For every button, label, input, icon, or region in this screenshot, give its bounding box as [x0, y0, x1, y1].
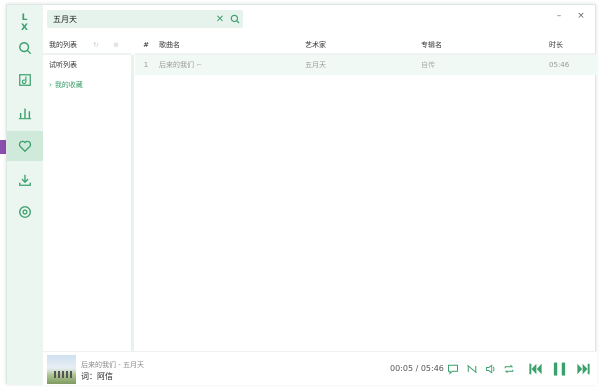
- lyric-toggle-button[interactable]: [466, 363, 478, 375]
- row-num: 1: [143, 61, 149, 69]
- loop-mode-button[interactable]: [503, 363, 515, 375]
- song-list-icon: [19, 74, 31, 86]
- nav-download[interactable]: [7, 165, 43, 195]
- header-album: 专辑名: [421, 41, 442, 49]
- pause-icon: [553, 362, 565, 376]
- download-icon: [19, 174, 31, 186]
- app-logo: L X: [21, 13, 34, 33]
- chevron-right-icon: ›: [49, 81, 52, 89]
- pause-button[interactable]: [551, 361, 567, 377]
- list-item-label: 我的收藏: [54, 81, 83, 89]
- desktop-lyric-button[interactable]: [447, 363, 459, 375]
- nav-search[interactable]: [7, 33, 43, 63]
- row-artist: 五月天: [305, 61, 326, 69]
- header-num: #: [143, 41, 149, 49]
- previous-button[interactable]: [527, 361, 543, 377]
- panel-divider: [131, 55, 134, 351]
- skip-forward-icon: [576, 363, 590, 375]
- header-name: 歌曲名: [159, 41, 180, 49]
- nav-leaderboard[interactable]: [7, 98, 43, 128]
- volume-button[interactable]: [485, 363, 497, 375]
- row-name-text: 后来的我们: [159, 61, 194, 69]
- clear-search-button[interactable]: ✕: [213, 10, 227, 28]
- player-bar: 后来的我们 - 五月天 词：阿信 00:05 / 05:46: [43, 351, 597, 385]
- cover-figure: [70, 371, 72, 378]
- app-window: L X 五月天 ✕ – × 我的列表 ↻ ⊕ 试听列表 › 我的收藏 # 歌曲名…: [6, 4, 597, 385]
- table-row[interactable]: 1 后来的我们 ⌐ 五月天 自传 05:46: [135, 55, 597, 75]
- next-button[interactable]: [575, 361, 591, 377]
- header-artist: 艺术家: [305, 41, 326, 49]
- nav-my-list[interactable]: [7, 131, 43, 161]
- nav-rail: L X: [7, 5, 43, 385]
- now-playing-lyric: 词：阿信: [81, 372, 113, 381]
- nav-settings[interactable]: [7, 197, 43, 227]
- cover-figure: [66, 371, 68, 378]
- search-icon: [19, 42, 32, 55]
- close-button[interactable]: ×: [575, 11, 587, 21]
- song-table: # 歌曲名 艺术家 专辑名 时长 1 后来的我们 ⌐ 五月天 自传 05:46: [135, 37, 597, 75]
- now-playing-title: 后来的我们 - 五月天: [81, 361, 144, 369]
- search-input[interactable]: 五月天: [47, 14, 213, 25]
- cover-figure: [58, 371, 60, 378]
- heart-icon: [18, 140, 32, 153]
- row-name: 后来的我们 ⌐: [157, 60, 305, 70]
- cover-figure: [54, 371, 56, 378]
- settings-icon: [19, 206, 31, 218]
- my-lists-panel: 我的列表 ↻ ⊕ 试听列表 › 我的收藏: [43, 37, 131, 351]
- list-item-favorites[interactable]: › 我的收藏: [43, 75, 131, 95]
- lists-header: 我的列表 ↻ ⊕: [43, 37, 131, 53]
- minimize-button[interactable]: –: [553, 11, 565, 21]
- cover-figure: [62, 371, 64, 378]
- volume-icon: [486, 364, 495, 374]
- row-time: 05:46: [549, 61, 570, 69]
- table-header: # 歌曲名 艺术家 专辑名 时长: [135, 37, 597, 53]
- header-time: 时长: [549, 41, 563, 49]
- leaderboard-icon: [18, 108, 32, 120]
- list-item-trial[interactable]: 试听列表: [43, 55, 131, 75]
- playback-time: 00:05 / 05:46: [390, 364, 444, 373]
- row-album: 自传: [421, 61, 435, 69]
- search-box[interactable]: 五月天 ✕: [47, 10, 243, 28]
- repeat-icon: [504, 364, 514, 374]
- album-cover[interactable]: [47, 355, 76, 384]
- sq-badge-icon: ⌐: [196, 61, 203, 69]
- nav-song-list[interactable]: [7, 65, 43, 95]
- list-item-label: 试听列表: [49, 61, 77, 69]
- lists-header-label: 我的列表: [49, 41, 77, 49]
- comment-icon: [448, 364, 458, 375]
- skip-back-icon: [528, 363, 542, 375]
- list-tools[interactable]: ↻ ⊕: [93, 41, 125, 49]
- lyric-off-icon: [467, 364, 477, 374]
- search-icon: [230, 14, 240, 24]
- search-submit-button[interactable]: [227, 10, 243, 28]
